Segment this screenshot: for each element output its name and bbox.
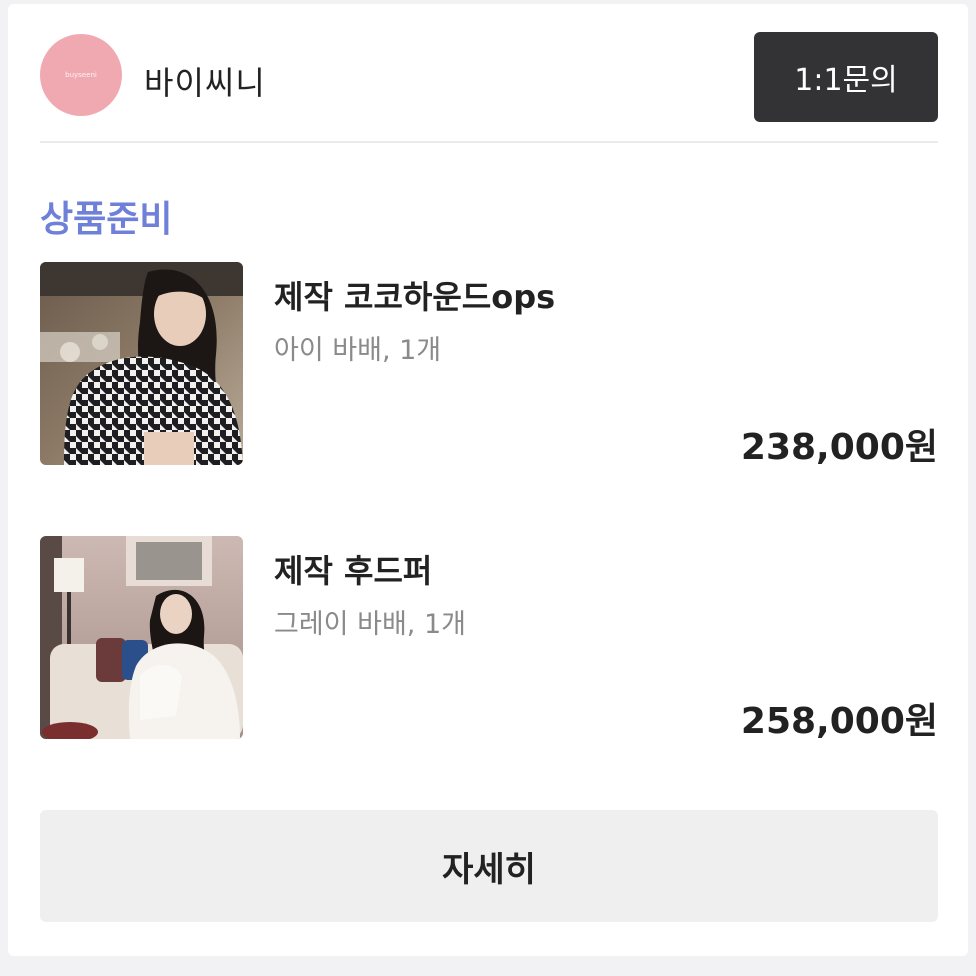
product-option: 아이 바배, 1개 [274,335,442,366]
header-divider [40,141,938,143]
product-item[interactable]: 제작 코코하운드ops 아이 바배, 1개 238,000원 [40,262,938,468]
detail-button[interactable]: 자세히 [40,810,938,922]
product-price: 258,000원 [740,701,938,742]
product-item[interactable]: 제작 후드퍼 그레이 바배, 1개 258,000원 [40,536,938,742]
order-card: buyseeni 바이씨니 1:1문의 상품준비 제작 코코하운드ops 아이 … [8,4,968,956]
white-fur-coat-photo-icon [40,536,243,739]
product-name[interactable]: 제작 코코하운드ops [274,272,555,318]
product-image[interactable] [40,536,243,739]
shop-header: buyseeni 바이씨니 1:1문의 [40,32,938,142]
order-status-title: 상품준비 [40,199,173,240]
product-option: 그레이 바배, 1개 [274,609,466,640]
shop-name[interactable]: 바이씨니 [144,58,266,104]
inquiry-button[interactable]: 1:1문의 [754,32,938,122]
houndstooth-dress-photo-icon [40,262,243,465]
product-price: 238,000원 [740,427,938,468]
shop-avatar[interactable]: buyseeni [40,34,122,116]
product-image[interactable] [40,262,243,465]
avatar-logo-icon: buyseeni [65,71,97,79]
product-name[interactable]: 제작 후드퍼 [274,546,432,592]
